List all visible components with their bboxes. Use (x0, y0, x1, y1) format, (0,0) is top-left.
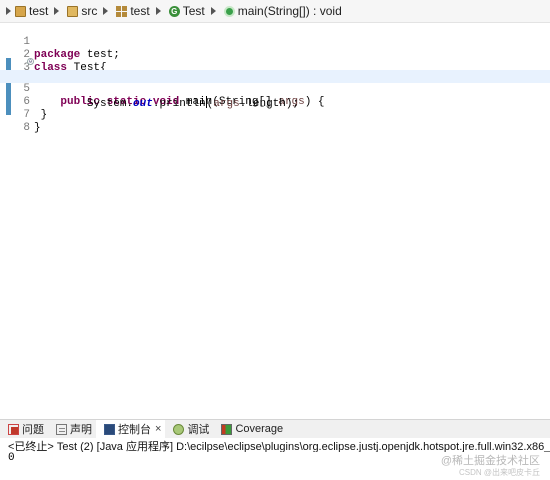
tab-console[interactable]: 控制台 × (96, 420, 166, 438)
breadcrumb-label: Test (182, 4, 205, 18)
fold-collapse-icon[interactable]: ⊖ (27, 58, 34, 65)
tab-label: 声明 (70, 424, 92, 436)
watermark: @稀土掘金技术社区 (440, 455, 540, 467)
chevron-right-icon (155, 7, 161, 15)
tab-label: 调试 (187, 424, 210, 436)
declaration-icon (56, 423, 67, 435)
tab-label: 控制台 (118, 424, 151, 436)
code-text: } (34, 122, 41, 134)
bottom-panel-tabs: 问题 声明 控制台 × 调试 Coverage (0, 419, 550, 438)
breadcrumb-item-project[interactable]: test (0, 4, 48, 18)
code-line[interactable]: 7 } (0, 96, 550, 134)
breadcrumb-item-class[interactable]: G Test (163, 4, 205, 18)
class-icon: G (168, 5, 180, 17)
breadcrumb: test src test G Test main(String[]) : vo… (0, 0, 550, 23)
coverage-icon (221, 423, 233, 435)
console-icon (104, 423, 115, 435)
code-line[interactable]: 8 (0, 109, 550, 134)
chevron-right-icon (6, 7, 11, 15)
current-code-line[interactable]: 5 System.out.println(args.length); (0, 70, 550, 110)
code-editor[interactable]: 1 package test; 2 class Test{ 3 4 ⊖ publ… (0, 23, 550, 437)
debug-icon (173, 423, 185, 435)
breadcrumb-label: test (29, 4, 49, 18)
project-icon (15, 5, 26, 17)
breadcrumb-item-package[interactable]: test (110, 4, 150, 18)
chevron-right-icon (103, 7, 109, 15)
close-icon[interactable]: × (155, 423, 161, 435)
code-line[interactable]: 4 ⊖ public static void main(String[] arg… (0, 57, 550, 108)
breadcrumb-label: main(String[]) : void (237, 4, 342, 18)
tab-debug[interactable]: 调试 (165, 420, 213, 438)
tab-problems[interactable]: 问题 (0, 420, 48, 438)
breadcrumb-item-src[interactable]: src (61, 4, 97, 18)
console-header: <已终止> Test (2) [Java 应用程序] D:\ecilpse\ec… (8, 441, 550, 452)
line-number: 8 (23, 122, 30, 134)
console-output[interactable]: 0 (8, 452, 15, 464)
problems-icon (8, 423, 19, 435)
chevron-right-icon (210, 7, 216, 15)
method-icon (223, 5, 235, 17)
watermark-sub: CSDN @出来吧皮卡丘 (458, 468, 540, 477)
tab-declaration[interactable]: 声明 (48, 420, 96, 438)
package-icon (116, 5, 128, 17)
breadcrumb-label: src (81, 4, 98, 18)
breadcrumb-label: test (130, 4, 150, 18)
code-line[interactable]: 6 } (0, 83, 550, 121)
tab-coverage[interactable]: Coverage (213, 420, 287, 438)
code-line[interactable]: 2 class Test{ (0, 36, 550, 74)
source-folder-icon (67, 5, 79, 17)
code-line[interactable]: 1 package test; (0, 23, 550, 61)
tab-label: Coverage (235, 423, 284, 435)
tab-label: 问题 (22, 424, 44, 436)
breadcrumb-item-method[interactable]: main(String[]) : void (218, 4, 342, 18)
chevron-right-icon (54, 7, 60, 15)
